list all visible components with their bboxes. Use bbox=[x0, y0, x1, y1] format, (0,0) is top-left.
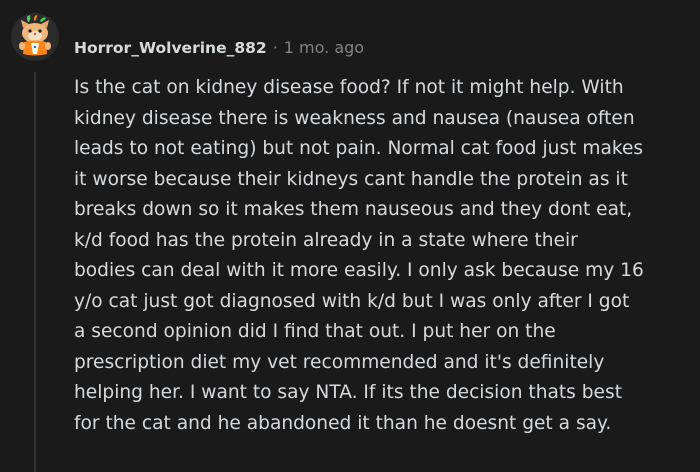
comment-meta: Horror_Wolverine_882 · 1 mo. ago bbox=[74, 36, 364, 60]
thread-line[interactable] bbox=[34, 72, 36, 472]
snoo-avatar-icon[interactable] bbox=[10, 12, 60, 62]
comment-body-line: prescription diet my vet recommended and… bbox=[74, 351, 605, 373]
username-link[interactable]: Horror_Wolverine_882 bbox=[74, 39, 267, 57]
meta-separator: · bbox=[272, 38, 278, 57]
comment-body-line: k/d food has the protein already in a st… bbox=[74, 229, 578, 251]
comment-body: Is the cat on kidney disease food? If no… bbox=[74, 73, 696, 439]
comment-body-line: for the cat and he abandoned it than he … bbox=[74, 412, 612, 434]
comment-body-line: kidney disease there is weakness and nau… bbox=[74, 107, 635, 129]
comment-body-line: it worse because their kidneys cant hand… bbox=[74, 168, 628, 190]
comment: Horror_Wolverine_882 · 1 mo. ago Is the ca… bbox=[0, 0, 700, 472]
comment-body-line: leads to not eating) but not pain. Norma… bbox=[74, 138, 644, 159]
comment-body-line: bodies can deal with it more easily. I o… bbox=[74, 260, 644, 281]
comment-body-line: a second opinion did I find that out. I … bbox=[74, 321, 556, 342]
comment-body-line: Is the cat on kidney disease food? If no… bbox=[74, 77, 624, 98]
comment-body-line: helping her. I want to say NTA. If its t… bbox=[74, 382, 622, 403]
comment-body-line: y/o cat just got diagnosed with k/d but … bbox=[74, 290, 630, 312]
comment-body-line: breaks down so it makes them nauseous an… bbox=[74, 199, 633, 220]
comment-timestamp[interactable]: 1 mo. ago bbox=[284, 38, 364, 57]
